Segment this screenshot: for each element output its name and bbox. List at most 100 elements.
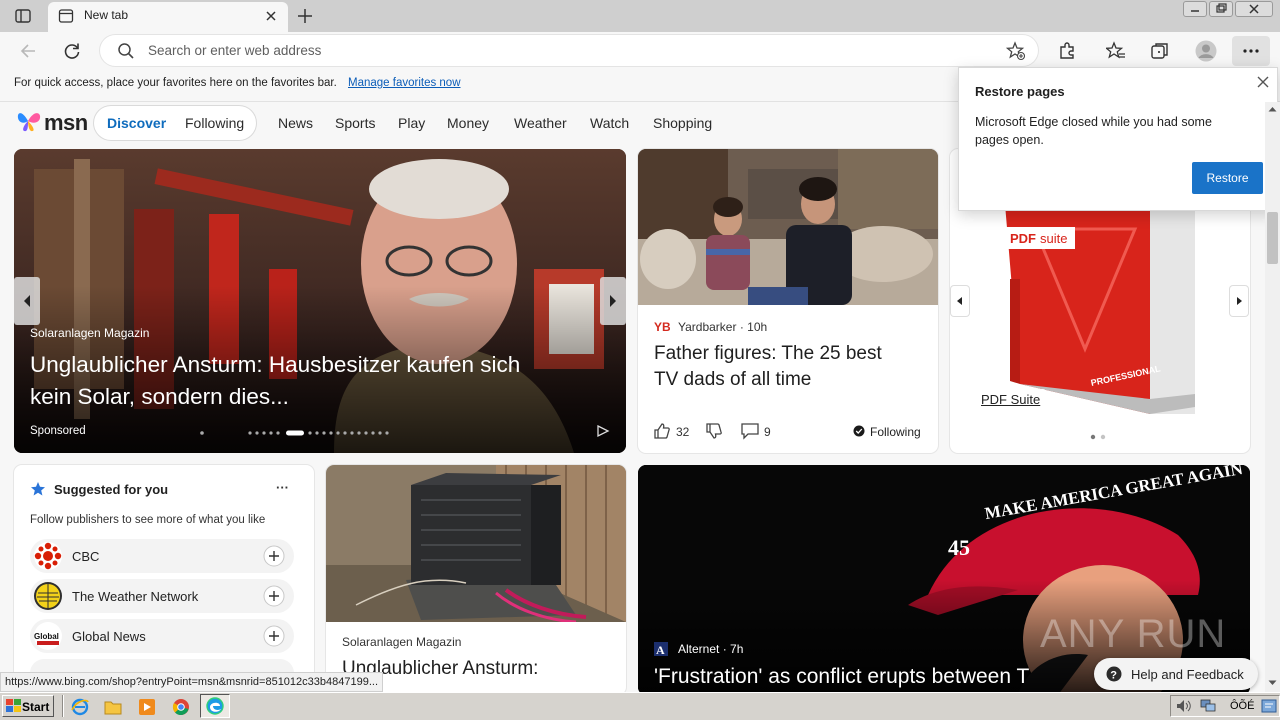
ac-source[interactable]: Solaranlagen Magazin <box>342 635 461 649</box>
search-icon <box>117 42 135 60</box>
add-favorite-icon[interactable] <box>1006 41 1026 61</box>
nav-watch[interactable]: Watch <box>590 115 629 131</box>
hero-next-button[interactable] <box>600 277 626 325</box>
following-label[interactable]: Following <box>870 425 921 439</box>
collections-icon[interactable] <box>1150 41 1170 61</box>
taskbar-divider <box>62 695 64 717</box>
nav-news[interactable]: News <box>278 115 313 131</box>
ad-next-button[interactable] <box>1230 286 1248 316</box>
suggested-more-button[interactable]: ··· <box>276 480 289 495</box>
nav-shopping[interactable]: Shopping <box>653 115 712 131</box>
settings-more-button[interactable] <box>1232 36 1270 66</box>
follow-cbc-icon[interactable] <box>263 545 285 567</box>
tv-dads-title-line1: Father figures: The 25 best <box>654 343 882 364</box>
close-tab-icon[interactable] <box>264 9 278 23</box>
refresh-icon[interactable] <box>62 41 82 61</box>
restore-button[interactable]: Restore <box>1192 162 1263 194</box>
nav-weather[interactable]: Weather <box>514 115 567 131</box>
tab-actions-icon[interactable] <box>14 7 32 25</box>
publisher-yardbarker[interactable]: Yardbarker · 10h <box>678 320 767 334</box>
hero-title[interactable]: Unglaublicher Ansturm: Hausbesitzer kauf… <box>30 349 520 413</box>
minimize-button[interactable] <box>1183 1 1207 17</box>
restore-message: Microsoft Edge closed while you had some… <box>975 113 1212 149</box>
follow-global-news-icon[interactable] <box>263 625 285 647</box>
help-feedback-label: Help and Feedback <box>1131 667 1244 682</box>
like-icon[interactable] <box>653 422 671 440</box>
like-count: 32 <box>676 425 690 439</box>
publisher-alternet[interactable]: Alternet · 7h <box>678 642 743 656</box>
edge-taskbar-button[interactable] <box>200 694 230 718</box>
hero-source: Solaranlagen Magazin <box>30 326 150 340</box>
svg-text:suite: suite <box>1040 231 1067 246</box>
dislike-icon[interactable] <box>705 422 723 440</box>
comment-icon[interactable] <box>740 422 760 440</box>
action-center-icon[interactable] <box>1261 699 1277 713</box>
favorites-icon[interactable] <box>1106 41 1126 61</box>
tv-dads-title-line2: TV dads of all time <box>654 369 812 390</box>
tv-dads-title[interactable]: Father figures: The 25 best TV dads of a… <box>654 341 882 393</box>
network-icon[interactable] <box>1200 699 1216 713</box>
hero-carousel-dots[interactable] <box>198 429 398 437</box>
tab-discover[interactable]: Discover <box>107 115 166 131</box>
new-tab-icon <box>58 8 74 24</box>
svg-text:?: ? <box>1110 670 1117 682</box>
scroll-up-icon[interactable] <box>1267 104 1278 114</box>
close-dialog-icon[interactable] <box>1255 74 1271 90</box>
profile-avatar[interactable] <box>1195 40 1217 62</box>
publisher-row-global-news[interactable] <box>30 619 294 653</box>
publisher-row-cbc[interactable] <box>30 539 294 573</box>
ie-icon[interactable] <box>71 698 89 716</box>
svg-text:YB: YB <box>654 320 670 333</box>
scrollbar-thumb[interactable] <box>1267 212 1278 264</box>
volume-icon[interactable] <box>1176 699 1192 713</box>
media-player-icon[interactable] <box>138 698 156 716</box>
ac-unit-image <box>326 465 626 622</box>
msn-butterfly-icon <box>16 108 44 134</box>
article-age: 7h <box>730 642 744 656</box>
status-url-bar: https://www.bing.com/shop?entryPoint=msn… <box>0 672 384 692</box>
nav-sports[interactable]: Sports <box>335 115 375 131</box>
restore-message-line1: Microsoft Edge closed while you had some <box>975 115 1212 129</box>
svg-text:A: A <box>656 643 665 656</box>
ad-carousel-dots[interactable] <box>1090 434 1110 440</box>
new-tab-button[interactable] <box>296 7 314 25</box>
tab-following[interactable]: Following <box>185 115 244 131</box>
chrome-icon[interactable] <box>172 698 190 716</box>
msn-logo[interactable]: msn <box>44 110 88 136</box>
extensions-icon[interactable] <box>1057 41 1077 61</box>
nav-money[interactable]: Money <box>447 115 489 131</box>
help-icon: ? <box>1106 666 1122 682</box>
hero-prev-button[interactable] <box>14 277 40 325</box>
start-button[interactable]: Start <box>2 695 54 717</box>
explorer-icon[interactable] <box>104 698 122 716</box>
tv-dads-image <box>638 149 938 305</box>
weather-network-logo-icon <box>33 581 63 611</box>
manage-favorites-link[interactable]: Manage favorites now <box>348 77 461 89</box>
follow-weather-network-icon[interactable] <box>263 585 285 607</box>
windows-logo-icon <box>6 699 21 712</box>
nav-play[interactable]: Play <box>398 115 425 131</box>
favorites-hint: For quick access, place your favorites h… <box>14 77 337 89</box>
back-icon[interactable] <box>18 41 38 61</box>
ad-prev-button[interactable] <box>951 286 969 316</box>
publisher-name: Alternet <box>678 642 720 656</box>
restore-window-button[interactable] <box>1209 1 1233 17</box>
article-card-tv-dads[interactable] <box>638 149 938 453</box>
cap-number: 45 <box>948 535 970 560</box>
pdf-suite-label[interactable]: PDF Suite <box>975 389 1047 411</box>
hero-title-line2: kein Solar, sondern dies... <box>30 384 289 409</box>
tab-title: New tab <box>84 8 129 22</box>
play-icon[interactable] <box>596 424 610 438</box>
following-check-icon <box>853 425 865 437</box>
yardbarker-icon: YB <box>654 319 670 333</box>
edge-icon <box>206 697 224 715</box>
comment-count: 9 <box>764 425 771 439</box>
sponsored-label: Sponsored <box>30 425 86 437</box>
suggested-subtitle: Follow publishers to see more of what yo… <box>30 514 266 526</box>
page-scrollbar[interactable] <box>1265 102 1280 692</box>
publisher-name-weather-network: The Weather Network <box>72 589 199 604</box>
suggested-star-icon <box>30 481 46 497</box>
close-window-button[interactable] <box>1235 1 1273 17</box>
scroll-down-icon[interactable] <box>1267 678 1278 688</box>
svg-text:PDF: PDF <box>1010 231 1036 246</box>
